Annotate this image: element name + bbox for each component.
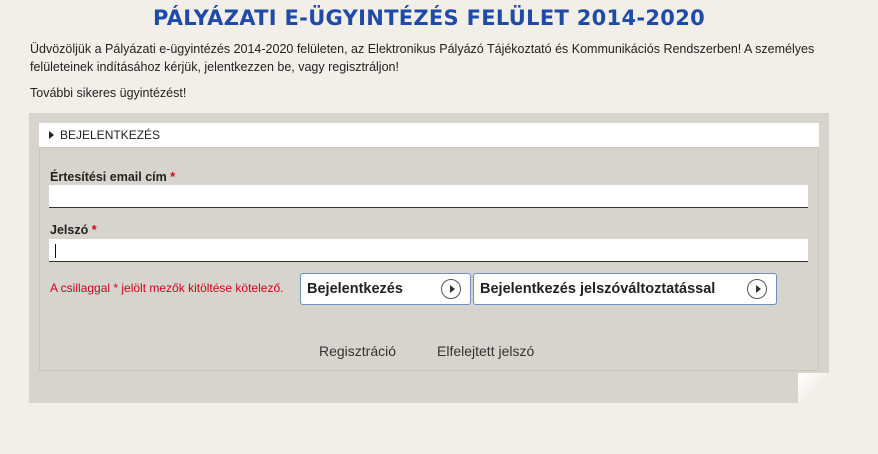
caret-right-icon — [49, 131, 54, 139]
login-button[interactable]: Bejelentkezés — [300, 273, 471, 305]
password-label-text: Jelszó — [50, 223, 89, 237]
login-section-title: BEJELENTKEZÉS — [60, 128, 161, 142]
circle-arrow-right-icon — [441, 279, 461, 299]
login-change-password-button[interactable]: Bejelentkezés jelszóváltoztatással — [473, 273, 777, 305]
text-cursor — [55, 244, 56, 258]
email-label-text: Értesítési email cím — [50, 170, 167, 184]
password-field[interactable] — [49, 239, 808, 262]
intro-text: Üdvözöljük a Pályázati e-ügyintézés 2014… — [30, 42, 815, 74]
password-required-marker: * — [91, 223, 97, 237]
closing-text: További sikeres ügyintézést! — [30, 86, 187, 100]
login-section-toggle[interactable]: BEJELENTKEZÉS — [39, 123, 819, 148]
circle-arrow-right-icon — [747, 279, 767, 299]
email-label: Értesítési email cím * — [50, 170, 175, 184]
login-button-label: Bejelentkezés — [307, 281, 403, 297]
email-field[interactable] — [49, 185, 808, 208]
password-label: Jelszó * — [50, 223, 97, 237]
required-fields-note: A csillaggal * jelölt mezők kitöltése kö… — [50, 281, 284, 295]
forgot-password-link[interactable]: Elfelejtett jelszó — [437, 343, 534, 359]
login-change-password-label: Bejelentkezés jelszóváltoztatással — [480, 281, 716, 297]
register-link[interactable]: Regisztráció — [319, 343, 396, 359]
panel-corner-fold — [798, 373, 829, 403]
page-title: PÁLYÁZATI E-ÜGYINTÉZÉS FELÜLET 2014-2020 — [152, 6, 706, 30]
email-required-marker: * — [170, 170, 176, 184]
